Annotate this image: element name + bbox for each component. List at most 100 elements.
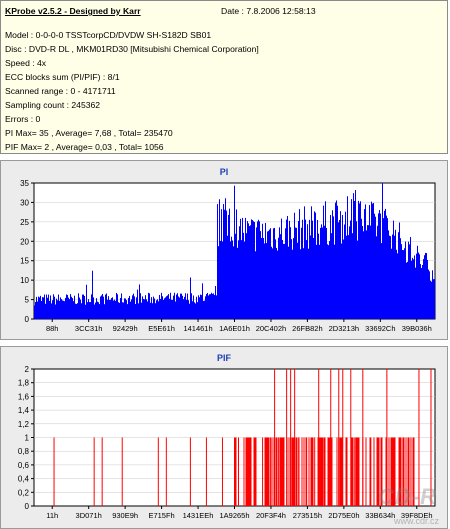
pi-bar xyxy=(76,304,77,319)
pi-bar xyxy=(57,300,58,319)
pi-bar xyxy=(99,304,100,319)
app-title: KProbe v2.5.2 - Designed by Karr xyxy=(5,6,141,16)
pi-bar xyxy=(52,300,53,319)
pi-bar xyxy=(96,298,97,319)
pi-bar xyxy=(329,241,330,319)
pi-bar xyxy=(414,255,415,319)
pi-bar xyxy=(393,220,394,319)
pi-bar xyxy=(142,296,143,319)
pi-bar xyxy=(107,299,108,319)
pi-bar xyxy=(75,303,76,319)
pi-bar xyxy=(205,296,206,319)
pi-bar xyxy=(322,227,323,319)
pi-bar xyxy=(55,304,56,319)
pi-bar xyxy=(63,300,64,319)
pi-bar xyxy=(399,222,400,319)
pi-bar xyxy=(402,249,403,319)
pi-bar xyxy=(423,259,424,319)
pi-bar xyxy=(111,298,112,319)
pi-bar xyxy=(78,293,79,319)
pi-bar xyxy=(418,252,419,319)
pi-bar xyxy=(147,301,148,319)
pi-bar xyxy=(127,304,128,319)
pi-bar xyxy=(306,240,307,319)
pi-bar xyxy=(308,248,309,319)
pi-bar xyxy=(191,293,192,319)
pi-bar xyxy=(234,185,235,319)
pi-bar xyxy=(365,204,366,319)
pi-bar xyxy=(216,295,217,319)
pi-bar xyxy=(236,209,237,319)
pi-bar xyxy=(267,231,268,319)
pi-bar xyxy=(291,239,292,319)
pi-bar xyxy=(248,223,249,319)
pif-y-tick-label: 1 xyxy=(25,434,30,443)
pi-bar xyxy=(93,297,94,319)
pi-bar xyxy=(330,215,331,319)
pi-bar xyxy=(251,219,252,319)
pi-bar xyxy=(186,299,187,319)
pi-x-tick-label: 88h xyxy=(46,324,59,333)
pi-bar xyxy=(315,212,316,319)
pi-bar xyxy=(368,225,369,319)
pi-bar xyxy=(344,224,345,319)
pi-bar xyxy=(401,244,402,319)
pi-bar xyxy=(290,227,291,319)
pi-bar xyxy=(407,261,408,319)
pi-bar xyxy=(195,303,196,319)
pi-bar xyxy=(369,205,370,319)
pi-x-tick-label: 20C402h xyxy=(256,324,286,333)
pi-bar xyxy=(371,201,372,319)
pi-bar xyxy=(66,294,67,319)
pi-bar xyxy=(243,232,244,319)
pi-bar xyxy=(148,292,149,319)
pi-bar xyxy=(67,294,68,319)
pi-bar xyxy=(337,205,338,319)
pi-bar xyxy=(363,231,364,319)
pi-bar xyxy=(405,241,406,319)
pi-bar xyxy=(367,225,368,319)
errors-line: Errors : 0 xyxy=(5,114,41,124)
pi-bar xyxy=(70,294,71,319)
pi-bar xyxy=(426,253,427,319)
pi-bar xyxy=(253,221,254,319)
pi-bar xyxy=(256,227,257,319)
pi-bar xyxy=(133,293,134,319)
pif-y-tick-label: 1,4 xyxy=(18,406,30,415)
pi-bar xyxy=(310,235,311,319)
pi-bar xyxy=(239,226,240,319)
pi-bar xyxy=(358,200,359,319)
pi-bar xyxy=(404,248,405,319)
pi-bar xyxy=(352,233,353,319)
pi-bar xyxy=(249,226,250,319)
pi-bar xyxy=(118,302,119,319)
pi-bar xyxy=(121,293,122,319)
pi-bar xyxy=(428,269,429,319)
pi-bar xyxy=(86,284,87,319)
pi-bar xyxy=(430,280,431,319)
pi-bar xyxy=(134,296,135,319)
pif-y-tick-label: 1,6 xyxy=(18,392,30,401)
pi-bar xyxy=(94,304,95,319)
pi-bar xyxy=(432,270,433,319)
pi-bar xyxy=(390,236,391,319)
pi-bar xyxy=(199,297,200,319)
pi-bar xyxy=(90,302,91,319)
pi-bar xyxy=(119,302,120,319)
pi-bar xyxy=(154,298,155,319)
pi-bar xyxy=(287,215,288,319)
pi-bar xyxy=(434,279,435,319)
pi-bar xyxy=(277,250,278,319)
pi-bar xyxy=(326,228,327,319)
pi-bar xyxy=(117,294,118,319)
pi-bar xyxy=(334,244,335,319)
pi-bar xyxy=(203,300,204,319)
pi-bar xyxy=(346,235,347,319)
pi-bar xyxy=(185,293,186,319)
pi-bar xyxy=(136,297,137,319)
pi-bar xyxy=(382,183,383,319)
pi-bar xyxy=(228,214,229,319)
pi-bar xyxy=(128,298,129,319)
pi-bar xyxy=(422,264,423,319)
pi-bar xyxy=(116,292,117,319)
